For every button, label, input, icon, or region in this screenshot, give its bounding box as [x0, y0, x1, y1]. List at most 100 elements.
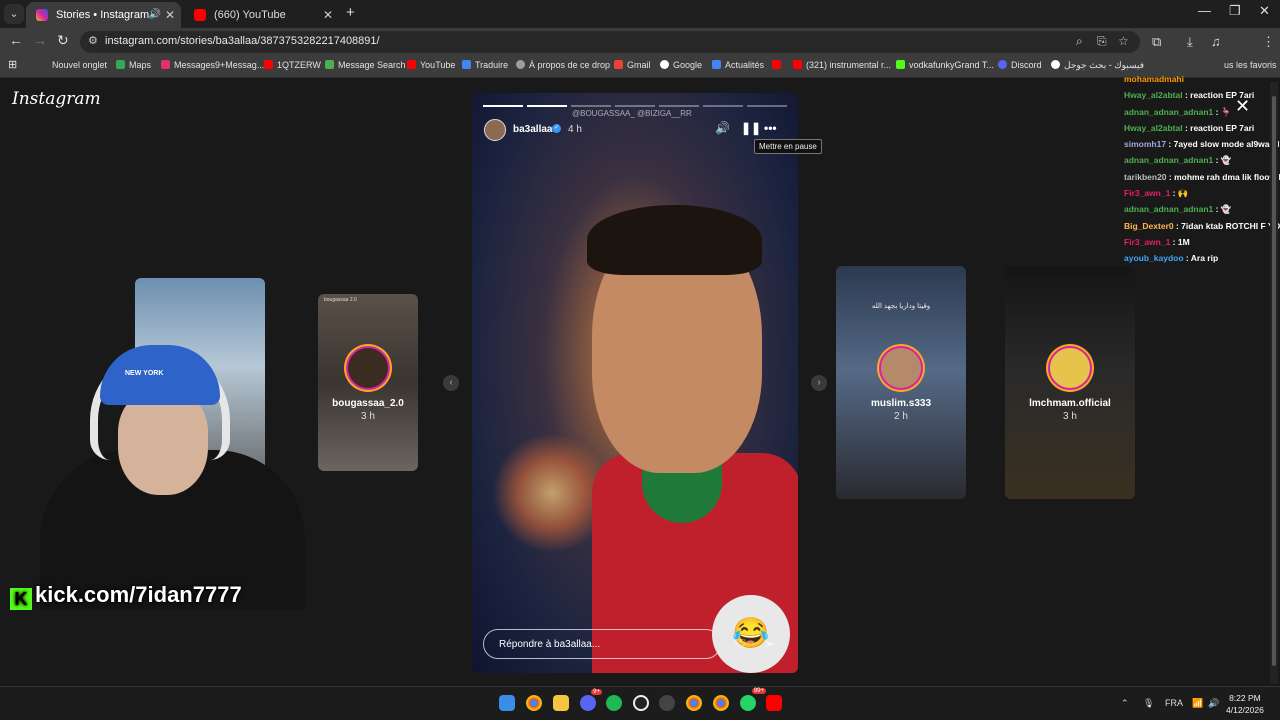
bookmark-google[interactable]: Google	[660, 60, 702, 70]
youtube-app-icon[interactable]	[766, 695, 782, 711]
chat-username[interactable]: Big_Dexter0	[1124, 221, 1174, 231]
bookmark-actualites[interactable]: Actualités	[712, 60, 764, 70]
bookmark-1qtzerw[interactable]: 1QTZERW	[264, 60, 321, 70]
forward-icon[interactable]: →	[33, 32, 47, 48]
discord-icon[interactable]: 9+	[580, 689, 602, 711]
chat-username[interactable]: adnan_adnan_adnan1	[1124, 107, 1213, 117]
zoom-icon[interactable]: ⌕	[1076, 34, 1083, 49]
obs-icon[interactable]	[633, 695, 649, 711]
chrome-icon[interactable]	[526, 695, 542, 711]
story-avatar	[346, 346, 390, 390]
more-options-icon[interactable]: •••	[764, 121, 777, 135]
chat-username[interactable]: Fir3_awn_1	[1124, 188, 1170, 198]
chat-username[interactable]: Fir3_awn_1	[1124, 237, 1170, 247]
volume-icon[interactable]: 🔊	[715, 121, 730, 135]
back-icon[interactable]: ←	[9, 32, 23, 48]
install-app-icon[interactable]: ⎘	[1097, 34, 1107, 49]
active-story-viewer[interactable]: @BOUGASSAA_ @BIZIGA__RR ba3allaa ✓ 4 h 🔊…	[472, 93, 798, 673]
new-tab-button[interactable]: +	[346, 4, 355, 21]
story-card-muslim[interactable]: وقيتا وداريا بجهد الله muslim.s333 2 h	[836, 266, 966, 499]
close-story-icon[interactable]: ✕	[1235, 96, 1250, 117]
chat-message: Big_Dexter0 : 7idan ktab ROTCHI F YOU	[1124, 221, 1280, 237]
restore-icon[interactable]: ❐	[1229, 3, 1241, 19]
bookmark-discord[interactable]: Discord	[998, 60, 1042, 70]
minimize-icon[interactable]: —	[1198, 3, 1211, 18]
bookmark-message-search[interactable]: Message Search	[325, 60, 406, 70]
bookmark-maps[interactable]: Maps	[116, 60, 151, 70]
reload-icon[interactable]: ↻	[57, 32, 69, 49]
chrome-profile-2-icon[interactable]	[713, 695, 729, 711]
maps-icon	[116, 60, 125, 69]
story-card-lmchmam[interactable]: lmchmam.official 3 h	[1005, 266, 1135, 499]
bookmark-a-propos[interactable]: À propos de ce drop	[516, 60, 610, 70]
chat-username[interactable]: adnan_adnan_adnan1	[1124, 204, 1213, 214]
all-bookmarks[interactable]: us les favoris	[1224, 60, 1277, 70]
tab-youtube[interactable]: (660) YouTube ✕	[184, 2, 339, 28]
address-bar[interactable]: ⚙ instagram.com/stories/ba3allaa/3873753…	[80, 31, 1140, 53]
whatsapp-icon[interactable]: 99+	[740, 688, 766, 711]
bookmark-youtube[interactable]: YouTube	[407, 60, 455, 70]
progress-segment	[659, 105, 699, 107]
media-controls-icon[interactable]: ♫	[1211, 34, 1221, 49]
pause-icon[interactable]: ❚❚	[741, 121, 761, 135]
send-icon[interactable]: ➢	[764, 636, 775, 652]
chat-username[interactable]: tarikben20	[1124, 172, 1167, 182]
close-tab-icon[interactable]: ✕	[323, 2, 333, 28]
story-time: 4 h	[568, 124, 582, 135]
page-scrollbar[interactable]	[1270, 82, 1278, 684]
bookmark-instrumental[interactable]: (321) instrumental r...	[793, 60, 891, 70]
bookmark-star-icon[interactable]: ☆	[1118, 34, 1129, 48]
spotify-icon[interactable]	[606, 695, 622, 711]
bookmark-facebook-search[interactable]: فيسبوك - بحث جوجل	[1051, 60, 1144, 71]
story-card-bougassaa[interactable]: bougassaa 2.0 bougassaa_2.0 3 h	[318, 294, 418, 471]
downloads-icon[interactable]: ⤓	[1187, 34, 1193, 50]
chat-username[interactable]: mohamadmahi	[1124, 74, 1184, 84]
instagram-icon	[161, 60, 170, 69]
story-username: lmchmam.official	[1029, 398, 1111, 409]
bookmark-youtube-2[interactable]	[772, 60, 785, 70]
chat-username[interactable]: ayoub_kaydoo	[1124, 253, 1184, 263]
tab-audio-icon[interactable]: 🔊	[149, 2, 161, 28]
kick-logo-icon: K	[10, 588, 32, 610]
start-menu-icon[interactable]	[499, 695, 515, 711]
tab-title: Stories • Instagram	[56, 9, 150, 21]
capture-app-icon[interactable]	[659, 695, 675, 711]
bookmark-vodkafunky[interactable]: vodkafunkyGrand T...	[896, 60, 994, 70]
next-story-icon[interactable]: ›	[811, 375, 827, 391]
chat-username[interactable]: simomh17	[1124, 139, 1166, 149]
previous-story-icon[interactable]: ‹	[443, 375, 459, 391]
apps-grid-icon[interactable]: ⊞	[8, 58, 17, 71]
story-username[interactable]: ba3allaa	[513, 124, 552, 135]
chat-message: adnan_adnan_adnan1 : 👻	[1124, 204, 1280, 220]
chat-username[interactable]: Hway_al2abtal	[1124, 123, 1183, 133]
wifi-icon[interactable]: 📶	[1192, 698, 1203, 709]
extensions-icon[interactable]: ⧉	[1152, 34, 1161, 50]
language-indicator[interactable]: FRA	[1165, 698, 1183, 708]
reply-input[interactable]: Répondre à ba3allaa...	[483, 629, 721, 659]
bookmark-traduire[interactable]: Traduire	[462, 60, 508, 70]
story-user-avatar[interactable]	[484, 119, 506, 141]
menu-dots-icon[interactable]: ⋮	[1262, 34, 1275, 50]
chat-username[interactable]: adnan_adnan_adnan1	[1124, 155, 1213, 165]
bookmark-messages[interactable]: Messages9+Messag...	[161, 60, 264, 70]
chrome-profile-icon[interactable]	[686, 695, 702, 711]
site-info-icon[interactable]: ⚙	[88, 34, 98, 47]
tab-search-button[interactable]: ⌄	[4, 4, 24, 24]
scrollbar-thumb[interactable]	[1272, 96, 1276, 666]
tray-overflow-icon[interactable]: ⌃	[1121, 698, 1129, 709]
system-clock[interactable]: 8:22 PM 4/12/2026	[1226, 692, 1264, 716]
tab-instagram-stories[interactable]: Stories • Instagram 🔊 ✕	[26, 2, 181, 28]
close-window-icon[interactable]: ✕	[1259, 3, 1270, 19]
pause-tooltip: Mettre en pause	[754, 139, 822, 154]
file-explorer-icon[interactable]	[553, 695, 569, 711]
microphone-icon[interactable]: 🎙	[1143, 698, 1154, 709]
close-tab-icon[interactable]: ✕	[165, 2, 175, 28]
like-heart-icon[interactable]: ♡	[734, 636, 747, 653]
bookmark-nouvel-onglet[interactable]: Nouvel onglet	[52, 60, 107, 70]
instagram-logo[interactable]: Instagram	[12, 89, 101, 109]
chat-username[interactable]: Hway_al2abtal	[1124, 90, 1183, 100]
bookmark-gmail[interactable]: Gmail	[614, 60, 651, 70]
quick-reaction-button[interactable]: 😂	[712, 595, 790, 673]
volume-tray-icon[interactable]: 🔊	[1208, 698, 1219, 709]
bookmarks-bar: ⊞ Nouvel onglet Maps Messages9+Messag...…	[0, 56, 1280, 78]
